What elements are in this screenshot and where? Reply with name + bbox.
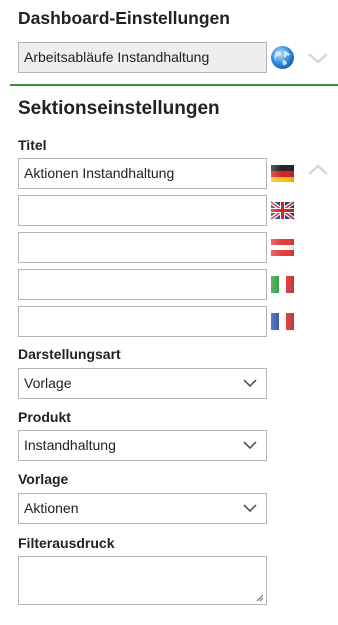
page-title: Dashboard-Einstellungen [18, 8, 230, 28]
globe-icon[interactable] [270, 45, 295, 70]
product-label: Produkt [18, 409, 71, 425]
filter-label: Filterausdruck [18, 535, 115, 551]
title-input-it[interactable] [18, 269, 267, 300]
display-type-label: Darstellungsart [18, 346, 121, 362]
template-value: Aktionen [24, 500, 79, 516]
chevron-down-icon [243, 379, 257, 388]
template-label: Vorlage [18, 471, 69, 487]
resize-handle-icon[interactable] [255, 593, 264, 602]
title-label: Titel [18, 137, 47, 153]
title-input-at[interactable] [18, 232, 267, 263]
chevron-down-icon [243, 441, 257, 450]
dashboard-name-field[interactable]: Arbeitsabläufe Instandhaltung [18, 42, 267, 73]
flag-uk-icon [270, 201, 295, 220]
flag-italy-icon [271, 276, 294, 293]
product-value: Instandhaltung [24, 437, 116, 453]
display-type-value: Vorlage [24, 375, 72, 391]
title-input-en[interactable] [18, 195, 267, 226]
filter-expression-textarea[interactable] [18, 556, 267, 605]
chevron-down-icon [243, 504, 257, 513]
title-input-de[interactable]: Aktionen Instandhaltung [18, 158, 267, 189]
flag-austria-icon [271, 239, 294, 256]
chevron-up-icon[interactable] [307, 163, 329, 177]
title-input-fr[interactable] [18, 306, 267, 337]
section-title: Sektionseinstellungen [18, 98, 220, 119]
template-select[interactable]: Aktionen [18, 493, 267, 524]
chevron-down-icon[interactable] [307, 51, 329, 65]
section-divider [10, 84, 338, 86]
product-select[interactable]: Instandhaltung [18, 430, 267, 461]
flag-germany-icon [271, 165, 294, 182]
display-type-select[interactable]: Vorlage [18, 368, 267, 399]
flag-france-icon [271, 313, 294, 330]
